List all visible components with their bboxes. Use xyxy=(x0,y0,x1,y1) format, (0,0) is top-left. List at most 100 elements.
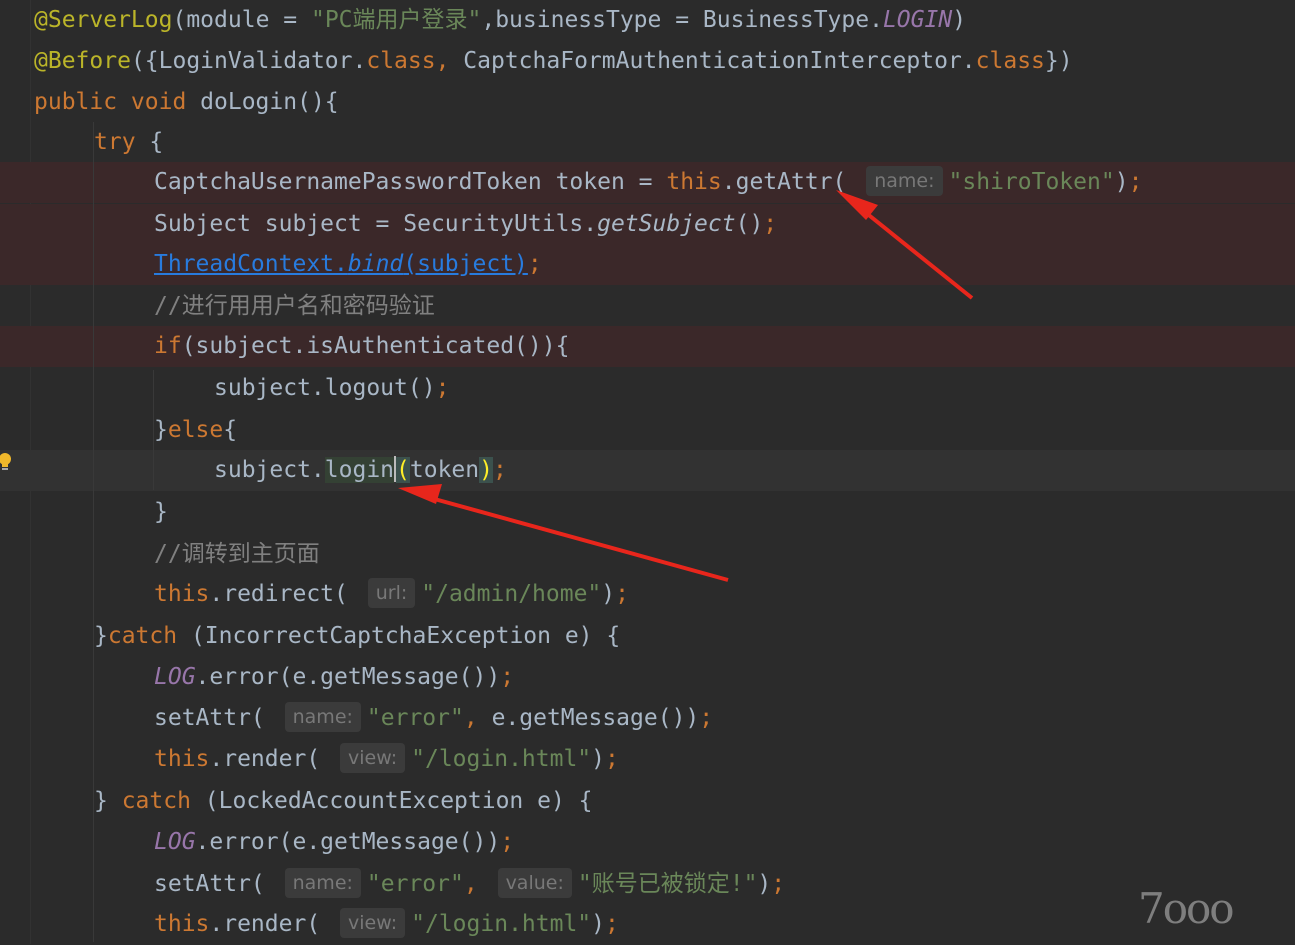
code-line[interactable]: subject.logout(); xyxy=(0,368,1295,409)
parameter-hint: name: xyxy=(284,701,361,732)
code-line[interactable]: } xyxy=(0,492,1295,533)
code-token: ) xyxy=(757,871,772,897)
code-text[interactable]: CaptchaUsernamePasswordToken token = thi… xyxy=(34,162,1142,203)
code-token: e.getMessage()) xyxy=(491,705,700,731)
code-token: }) xyxy=(1044,48,1073,74)
code-token: this xyxy=(154,581,210,607)
code-token: catch xyxy=(121,788,205,814)
code-token: ; xyxy=(615,581,629,607)
code-text[interactable]: } catch (LockedAccountException e) { xyxy=(34,781,593,822)
code-text[interactable]: this.render( view: "/login.html"); xyxy=(34,739,619,780)
lightbulb-icon[interactable] xyxy=(0,452,12,472)
code-token: .error(e.getMessage()) xyxy=(195,664,501,690)
code-token: .render( xyxy=(209,911,335,937)
code-token: class xyxy=(975,48,1045,74)
code-line[interactable]: CaptchaUsernamePasswordToken token = thi… xyxy=(0,162,1295,203)
code-token: ; xyxy=(763,211,778,237)
code-text[interactable]: }else{ xyxy=(34,410,237,451)
code-token: "/login.html" xyxy=(411,911,592,937)
code-text[interactable]: try { xyxy=(34,122,163,163)
code-line[interactable]: }else{ xyxy=(0,410,1295,451)
code-token: ; xyxy=(605,911,619,937)
code-token: , xyxy=(463,705,492,731)
code-line[interactable]: LOG.error(e.getMessage()); xyxy=(0,822,1295,863)
code-token: CaptchaFormAuthenticationInterceptor. xyxy=(463,48,976,74)
code-text[interactable]: subject.logout(); xyxy=(34,368,449,409)
code-token: class xyxy=(366,48,436,74)
code-line[interactable]: //调转到主页面 xyxy=(0,534,1295,575)
code-token: catch xyxy=(107,623,191,649)
code-token: .error(e.getMessage()) xyxy=(195,829,501,855)
code-token: { xyxy=(149,129,164,155)
code-token: { xyxy=(223,417,238,443)
code-token: @ServerLog xyxy=(34,7,173,33)
code-text[interactable]: public void doLogin(){ xyxy=(34,82,339,123)
code-text[interactable]: subject.login(token); xyxy=(34,450,507,491)
code-editor[interactable]: @ServerLog(module = "PC端用户登录",businessTy… xyxy=(0,0,1295,944)
code-token: ; xyxy=(435,375,450,401)
code-token: subject.logout() xyxy=(214,375,436,401)
code-text[interactable]: //调转到主页面 xyxy=(34,534,320,575)
code-token: ) xyxy=(479,457,493,483)
code-line[interactable]: setAttr( name: "error", value: "账号已被锁定!"); xyxy=(0,864,1295,905)
code-token: try xyxy=(94,129,150,155)
code-text[interactable]: setAttr( name: "error", value: "账号已被锁定!"); xyxy=(34,864,785,905)
code-text[interactable]: } xyxy=(34,492,168,533)
code-line[interactable]: }catch (IncorrectCaptchaException e) { xyxy=(0,616,1295,657)
code-line[interactable]: Subject subject = SecurityUtils.getSubje… xyxy=(0,204,1295,245)
code-line[interactable]: try { xyxy=(0,122,1295,163)
code-token: ; xyxy=(699,705,714,731)
code-line[interactable]: public void doLogin(){ xyxy=(0,82,1295,123)
code-line[interactable]: this.render( view: "/login.html"); xyxy=(0,904,1295,945)
code-text[interactable]: Subject subject = SecurityUtils.getSubje… xyxy=(34,204,777,245)
code-token: doLogin xyxy=(200,89,298,115)
code-line[interactable]: ThreadContext.bind(subject); xyxy=(0,244,1295,285)
code-line[interactable]: subject.login(token); xyxy=(0,450,1295,491)
code-token: setAttr( xyxy=(154,871,279,897)
code-token: this xyxy=(154,746,210,772)
code-token: "/admin/home" xyxy=(421,581,602,607)
parameter-hint: url: xyxy=(367,577,416,608)
code-token: "error" xyxy=(366,871,464,897)
parameter-hint: name: xyxy=(284,867,361,898)
code-token: ; xyxy=(527,251,542,277)
code-token: Subject subject = SecurityUtils. xyxy=(154,211,598,237)
code-text[interactable]: }catch (IncorrectCaptchaException e) { xyxy=(34,616,620,657)
indent-guide xyxy=(93,122,94,942)
code-token: this xyxy=(154,911,210,937)
code-line[interactable]: setAttr( name: "error", e.getMessage()); xyxy=(0,698,1295,739)
parameter-hint: view: xyxy=(340,907,406,938)
code-token: ,businessType = BusinessType. xyxy=(481,7,883,33)
code-token: "账号已被锁定!" xyxy=(577,871,758,897)
code-line[interactable]: this.render( view: "/login.html"); xyxy=(0,739,1295,780)
code-token: (LockedAccountException e) { xyxy=(204,788,593,814)
code-text[interactable]: ThreadContext.bind(subject); xyxy=(34,244,542,285)
code-text[interactable]: setAttr( name: "error", e.getMessage()); xyxy=(34,698,713,739)
code-text[interactable]: @Before({LoginValidator.class, CaptchaFo… xyxy=(34,41,1073,82)
watermark-logo: 7ooo xyxy=(1138,884,1235,933)
code-text[interactable]: if(subject.isAuthenticated()){ xyxy=(34,326,569,367)
code-token: ; xyxy=(500,664,515,690)
code-token: (subject.isAuthenticated()){ xyxy=(181,333,570,359)
code-token: ; xyxy=(500,829,515,855)
code-token: ; xyxy=(771,871,786,897)
code-line[interactable]: this.redirect( url: "/admin/home"); xyxy=(0,574,1295,615)
code-token: } xyxy=(94,788,122,814)
code-line[interactable]: //进行用用户名和密码验证 xyxy=(0,286,1295,327)
code-text[interactable]: //进行用用户名和密码验证 xyxy=(34,286,435,327)
code-text[interactable]: this.redirect( url: "/admin/home"); xyxy=(34,574,629,615)
code-line[interactable]: @Before({LoginValidator.class, CaptchaFo… xyxy=(0,41,1295,82)
code-text[interactable]: LOG.error(e.getMessage()); xyxy=(34,657,514,698)
code-token: bind xyxy=(347,251,404,277)
code-line[interactable]: } catch (LockedAccountException e) { xyxy=(0,781,1295,822)
code-text[interactable]: this.render( view: "/login.html"); xyxy=(34,904,619,945)
code-text[interactable]: @ServerLog(module = "PC端用户登录",businessTy… xyxy=(34,0,966,41)
code-line[interactable]: @ServerLog(module = "PC端用户登录",businessTy… xyxy=(0,0,1295,41)
code-token: //进行用用户名和密码验证 xyxy=(154,293,435,319)
code-token: setAttr( xyxy=(154,705,279,731)
code-text[interactable]: LOG.error(e.getMessage()); xyxy=(34,822,514,863)
code-line[interactable]: LOG.error(e.getMessage()); xyxy=(0,657,1295,698)
code-token: .redirect( xyxy=(209,581,362,607)
code-line[interactable]: if(subject.isAuthenticated()){ xyxy=(0,326,1295,367)
code-token: .getAttr( xyxy=(721,169,861,195)
